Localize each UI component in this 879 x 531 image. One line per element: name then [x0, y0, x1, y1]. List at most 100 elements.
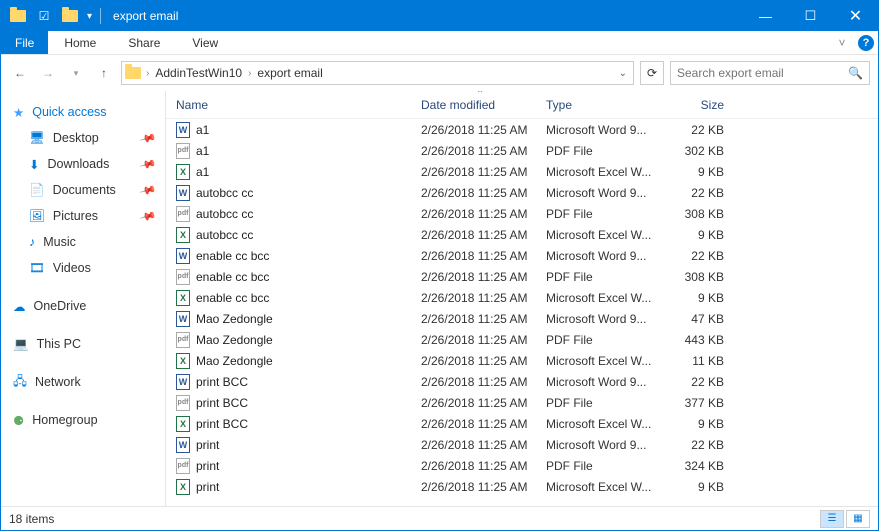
pc-icon: 💻	[13, 337, 29, 352]
column-headers: Name ⌃ Date modified Type Size	[166, 91, 878, 119]
file-type: Microsoft Word 9...	[546, 249, 666, 263]
word-file-icon	[176, 437, 190, 453]
search-input[interactable]	[677, 66, 848, 80]
column-header-type[interactable]: Type	[546, 98, 666, 112]
sidebar-documents[interactable]: 📄Documents📌	[1, 177, 165, 203]
chevron-right-icon[interactable]: ›	[144, 68, 151, 79]
close-button[interactable]: ✕	[833, 1, 878, 31]
file-row[interactable]: Mao Zedongle2/26/2018 11:25 AMMicrosoft …	[166, 350, 878, 371]
file-row[interactable]: print BCC2/26/2018 11:25 AMMicrosoft Exc…	[166, 413, 878, 434]
file-row[interactable]: Mao Zedongle2/26/2018 11:25 AMMicrosoft …	[166, 308, 878, 329]
search-icon[interactable]: 🔍	[848, 66, 863, 80]
file-row[interactable]: print2/26/2018 11:25 AMPDF File324 KB	[166, 455, 878, 476]
qat-folder-icon[interactable]	[7, 5, 29, 27]
up-button[interactable]: ↑	[93, 62, 115, 84]
file-type: Microsoft Excel W...	[546, 291, 666, 305]
file-date: 2/26/2018 11:25 AM	[421, 438, 546, 452]
chevron-right-icon[interactable]: ›	[246, 68, 253, 79]
file-row[interactable]: print2/26/2018 11:25 AMMicrosoft Excel W…	[166, 476, 878, 497]
navigation-pane: ★Quick access 🖥 Desktop 📌 ⬇Downloads📌 📄Doc…	[1, 91, 166, 506]
maximize-button[interactable]: ☐	[788, 1, 833, 31]
file-name: a1	[196, 123, 209, 137]
file-date: 2/26/2018 11:25 AM	[421, 249, 546, 263]
pdf-file-icon	[176, 332, 190, 348]
sidebar-onedrive[interactable]: ☁OneDrive	[1, 293, 165, 319]
view-details-button[interactable]: ☰	[820, 510, 844, 528]
sidebar-quick-access[interactable]: ★Quick access	[1, 99, 165, 125]
file-name: print BCC	[196, 375, 248, 389]
file-size: 22 KB	[666, 438, 736, 452]
address-bar[interactable]: › AddinTestWin10 › export email ⌄	[121, 61, 634, 85]
sidebar-label: OneDrive	[34, 299, 87, 313]
file-row[interactable]: print BCC2/26/2018 11:25 AMPDF File377 K…	[166, 392, 878, 413]
file-row[interactable]: a12/26/2018 11:25 AMMicrosoft Word 9...2…	[166, 119, 878, 140]
file-date: 2/26/2018 11:25 AM	[421, 333, 546, 347]
sidebar-desktop[interactable]: 🖥Desktop📌	[1, 125, 165, 151]
tab-view[interactable]: View	[176, 31, 234, 54]
pdf-file-icon	[176, 458, 190, 474]
file-list: a12/26/2018 11:25 AMMicrosoft Word 9...2…	[166, 119, 878, 506]
sidebar-pictures[interactable]: 🖼Pictures📌	[1, 203, 165, 229]
qat-newfolder-icon[interactable]	[59, 5, 81, 27]
file-row[interactable]: print2/26/2018 11:25 AMMicrosoft Word 9.…	[166, 434, 878, 455]
file-row[interactable]: enable cc bcc2/26/2018 11:25 AMPDF File3…	[166, 266, 878, 287]
pin-icon: 📌	[139, 155, 157, 173]
file-row[interactable]: autobcc cc2/26/2018 11:25 AMPDF File308 …	[166, 203, 878, 224]
file-row[interactable]: a12/26/2018 11:25 AMPDF File302 KB	[166, 140, 878, 161]
network-icon: 🖧	[13, 372, 27, 393]
file-name: Mao Zedongle	[196, 333, 273, 347]
forward-button[interactable]: →	[37, 62, 59, 84]
qat-dropdown-icon[interactable]: ▾	[87, 11, 92, 22]
refresh-button[interactable]: ⟳	[640, 61, 664, 85]
qat-properties-icon[interactable]: ☑	[33, 5, 55, 27]
file-type: PDF File	[546, 333, 666, 347]
sidebar-videos[interactable]: 🎞Videos	[1, 255, 165, 281]
sidebar-network[interactable]: 🖧Network	[1, 369, 165, 395]
file-type: Microsoft Word 9...	[546, 186, 666, 200]
sidebar-label: Homegroup	[32, 413, 97, 427]
file-row[interactable]: print BCC2/26/2018 11:25 AMMicrosoft Wor…	[166, 371, 878, 392]
file-name: Mao Zedongle	[196, 312, 273, 326]
file-row[interactable]: enable cc bcc2/26/2018 11:25 AMMicrosoft…	[166, 245, 878, 266]
back-button[interactable]: ←	[9, 62, 31, 84]
sidebar-music[interactable]: ♪Music	[1, 229, 165, 255]
breadcrumb[interactable]: export email	[253, 66, 326, 80]
file-row[interactable]: a12/26/2018 11:25 AMMicrosoft Excel W...…	[166, 161, 878, 182]
ribbon-collapse-icon[interactable]: ˅	[830, 31, 854, 54]
view-icons-button[interactable]: ▦	[846, 510, 870, 528]
minimize-button[interactable]: —	[743, 1, 788, 31]
file-type: PDF File	[546, 396, 666, 410]
file-row[interactable]: Mao Zedongle 2/26/2018 11:25 AMPDF File44…	[166, 329, 878, 350]
file-size: 443 KB	[666, 333, 736, 347]
file-name: enable cc bcc	[196, 291, 269, 305]
help-icon: ?	[858, 35, 874, 51]
breadcrumb[interactable]: AddinTestWin10	[151, 66, 246, 80]
column-header-name[interactable]: Name	[166, 98, 421, 112]
music-icon: ♪	[29, 235, 35, 249]
sidebar-downloads[interactable]: ⬇Downloads📌	[1, 151, 165, 177]
recent-locations-icon[interactable]: ▾	[65, 62, 87, 84]
title-bar[interactable]: ☑ ▾ export email — ☐ ✕	[1, 1, 878, 31]
file-date: 2/26/2018 11:25 AM	[421, 144, 546, 158]
file-date: 2/26/2018 11:25 AM	[421, 396, 546, 410]
search-box[interactable]: 🔍	[670, 61, 870, 85]
tab-file[interactable]: File	[1, 31, 48, 54]
tab-share[interactable]: Share	[112, 31, 176, 54]
file-type: Microsoft Word 9...	[546, 312, 666, 326]
desktop-icon: 🖥	[29, 131, 45, 146]
sidebar-label: Desktop	[53, 131, 99, 145]
sidebar-homegroup[interactable]: ⚈Homegroup	[1, 407, 165, 433]
excel-file-icon	[176, 479, 190, 495]
column-header-size[interactable]: Size	[666, 98, 736, 112]
pdf-file-icon	[176, 206, 190, 222]
file-row[interactable]: autobcc cc2/26/2018 11:25 AMMicrosoft Ex…	[166, 224, 878, 245]
file-row[interactable]: autobcc cc2/26/2018 11:25 AMMicrosoft Wo…	[166, 182, 878, 203]
help-button[interactable]: ?	[854, 31, 878, 54]
sidebar-thispc[interactable]: 💻This PC	[1, 331, 165, 357]
file-size: 308 KB	[666, 270, 736, 284]
file-size: 22 KB	[666, 249, 736, 263]
file-row[interactable]: enable cc bcc2/26/2018 11:25 AMMicrosoft…	[166, 287, 878, 308]
tab-home[interactable]: Home	[48, 31, 112, 54]
pin-icon: 📌	[139, 181, 157, 199]
address-dropdown-icon[interactable]: ⌄	[613, 68, 633, 79]
